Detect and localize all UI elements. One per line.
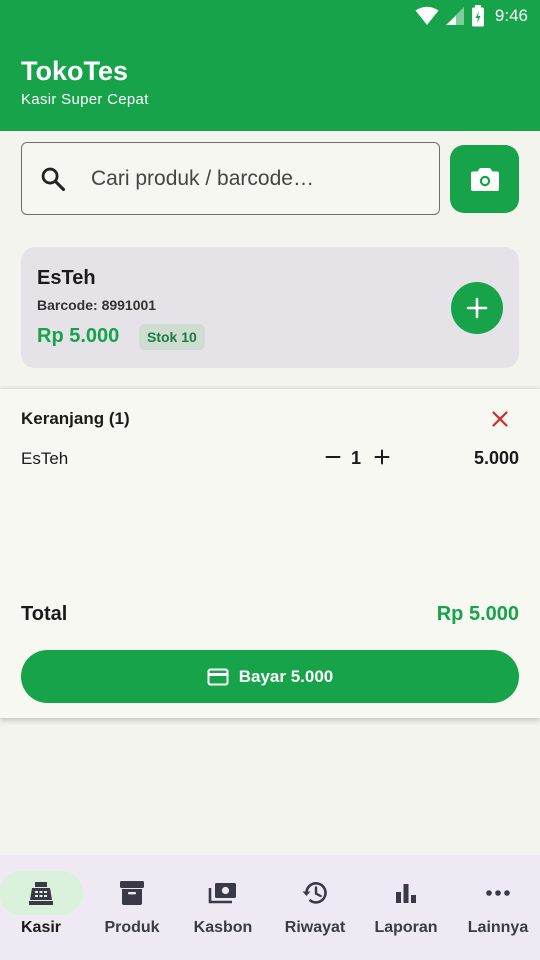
cart-title: Keranjang (1) [21,409,130,428]
nav-icon-container [456,871,540,915]
stock-badge: Stok 10 [139,324,205,350]
app-title: TokoTes [21,56,129,86]
nav-indicator [0,871,83,915]
nav-label: Kasbon [193,919,253,936]
nav-label: Lainnya [467,919,529,936]
nav-label: Laporan [374,919,438,936]
nav-label: Produk [104,919,160,936]
cart-item-subtotal: 5.000 [473,448,519,468]
product-name: EsTeh [37,267,96,289]
cell-signal-icon [445,7,464,25]
pay-button[interactable]: Bayar 5.000 [21,650,519,703]
total-label: Total [21,603,68,625]
history-icon [302,882,327,904]
app-subtitle: Kasir Super Cepat [21,91,149,108]
close-icon [492,411,508,427]
nav-icon-container [181,871,265,915]
total-value: Rp 5.000 [436,603,519,625]
payments-icon [208,883,236,904]
cart-item-qty: 1 [350,448,361,468]
minus-icon [325,456,341,458]
nav-item-kasir[interactable]: Kasir [0,855,87,960]
search-input[interactable] [91,166,411,191]
more-horizontal-icon [486,890,510,896]
nav-item-lainnya[interactable]: Lainnya [452,855,540,960]
wifi-icon [415,6,439,25]
increase-qty-button[interactable] [371,445,393,469]
clear-cart-button[interactable] [490,409,510,429]
nav-item-laporan[interactable]: Laporan [360,855,452,960]
product-price: Rp 5.000 [37,325,120,347]
pay-button-label: Bayar 5.000 [238,666,334,686]
plus-icon [374,449,390,465]
add-to-cart-button[interactable] [451,282,503,334]
nav-item-riwayat[interactable]: Riwayat [269,855,361,960]
status-time: 9:46 [494,6,528,25]
nav-icon-container [364,871,448,915]
plus-icon [466,297,488,319]
status-bar: 9:46 [415,0,540,32]
app-header: 9:46 TokoTes Kasir Super Cepat [0,0,540,131]
product-card[interactable]: EsTeh Barcode: 8991001 Rp 5.000 Stok 10 [21,247,519,368]
nav-label: Kasir [20,919,62,936]
battery-icon [471,5,484,27]
nav-item-kasbon[interactable]: Kasbon [177,855,269,960]
decrease-qty-button[interactable] [322,445,344,469]
camera-scan-button[interactable] [450,145,519,213]
bar-chart-icon [396,884,416,903]
nav-label: Riwayat [284,919,346,936]
product-barcode: Barcode: 8991001 [37,297,157,313]
cart-panel: Keranjang (1) EsTeh 1 5.000 Total Rp 5.0… [0,389,540,718]
nav-icon-container [90,871,174,915]
nav-icon-container [273,871,357,915]
camera-icon [470,168,499,191]
credit-card-icon [207,668,229,685]
search-icon [41,167,66,191]
cart-item-name: EsTeh [21,449,69,468]
archive-box-icon [120,881,144,905]
nav-item-produk[interactable]: Produk [86,855,178,960]
search-field[interactable] [21,142,440,215]
cash-register-icon [29,882,53,905]
bottom-navigation: Kasir Produk Kasbon Riwayat Laporan Lain… [0,855,540,960]
